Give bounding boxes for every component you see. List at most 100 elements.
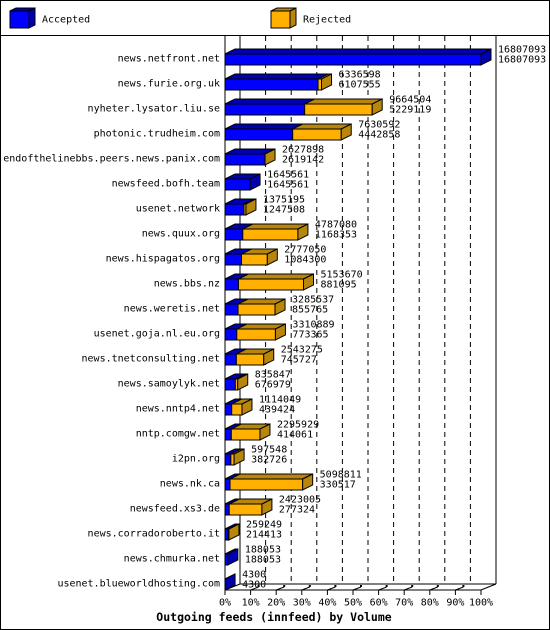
x-tick-label: 60% [370, 598, 388, 609]
x-tick-label: 0% [219, 598, 231, 609]
floor-tick-dot [308, 585, 311, 587]
bar-accepted-top [224, 48, 492, 55]
floor-tick-dot [283, 585, 286, 587]
bar-accepted [224, 278, 239, 291]
value-label-accepted: 277324 [279, 505, 315, 516]
bar-accepted [224, 503, 230, 516]
value-label-accepted: 382726 [251, 455, 287, 466]
bar-accepted-top [224, 98, 315, 105]
bar-rejected [236, 328, 276, 341]
floor-tick-dot [436, 585, 439, 587]
value-label-accepted: 330517 [320, 480, 356, 491]
category-label: news.tnetconsulting.net [82, 354, 220, 365]
bar-accepted [224, 203, 245, 216]
value-label-accepted: 214413 [246, 530, 282, 541]
bar-accepted [224, 228, 244, 241]
bar-rejected [304, 103, 373, 116]
x-tick-label: 40% [318, 598, 336, 609]
value-label-accepted: 6107555 [339, 80, 381, 91]
bar-rejected [242, 228, 299, 241]
bar-rejected-top [304, 98, 383, 105]
bar-rejected-top [238, 273, 314, 280]
bar-accepted [224, 178, 251, 191]
x-tick-label: 80% [421, 598, 439, 609]
x-tick-label: 70% [395, 598, 413, 609]
category-label: news.samoylyk.net [118, 379, 220, 390]
chart-title: Outgoing feeds (innfeed) by Volume [156, 610, 391, 624]
floor-tick-dot [334, 585, 337, 587]
bar-accepted [224, 378, 236, 391]
legend-swatch [9, 10, 30, 29]
bar-rejected-top [242, 223, 309, 230]
x-tick-label: 30% [293, 598, 311, 609]
bar-accepted [224, 128, 294, 141]
bar-accepted [224, 453, 232, 466]
bar-rejected [237, 278, 304, 291]
category-label: endofthelinebbs.peers.news.panix.com [3, 154, 220, 165]
bar-rejected [237, 303, 276, 316]
bar-accepted [224, 353, 237, 366]
category-label: news.furie.org.uk [118, 79, 220, 90]
bar-rejected [228, 503, 263, 516]
bar-accepted [224, 478, 231, 491]
floor-tick-dot [411, 585, 414, 587]
value-label-accepted: 414061 [277, 430, 313, 441]
bar-accepted [224, 153, 266, 166]
value-label-accepted: 881095 [320, 280, 356, 291]
bar-rejected [235, 353, 265, 366]
category-label: i2pn.org [172, 454, 220, 465]
value-label-accepted: 16807093 [498, 55, 546, 66]
category-label: usenet.network [136, 204, 220, 215]
category-label: photonic.trudheim.com [94, 129, 220, 140]
value-label-accepted: 1168353 [315, 230, 357, 241]
floor-tick-dot [385, 585, 388, 587]
bar-accepted [224, 78, 319, 91]
bar-accepted [224, 53, 482, 66]
bar-rejected [292, 128, 342, 141]
category-label: newsfeed.bofh.team [112, 179, 220, 190]
bar-accepted [224, 103, 306, 116]
value-label-accepted: 2619142 [282, 155, 324, 166]
bar-accepted [224, 328, 238, 341]
x-tick-label: 90% [446, 598, 464, 609]
value-label-accepted: 188053 [245, 555, 281, 566]
category-label: usenet.goja.nl.eu.org [94, 329, 220, 340]
bar-rejected-top [229, 473, 313, 480]
bar-rejected [241, 253, 268, 266]
category-label: newsfeed.xs3.de [130, 504, 220, 515]
value-label-accepted: 676979 [255, 380, 291, 391]
x-tick-label: 50% [344, 598, 362, 609]
value-label-accepted: 1247508 [263, 205, 305, 216]
legend-swatch [270, 10, 291, 29]
bar-rejected [231, 403, 243, 416]
category-label: news.weretis.net [124, 304, 220, 315]
legend-label: Rejected [303, 15, 351, 26]
value-label-accepted: 745727 [281, 355, 317, 366]
category-label: news.hispagatos.org [106, 254, 220, 265]
x-tick-label: 10% [242, 598, 260, 609]
category-label: news.nk.ca [160, 479, 220, 490]
category-label: news.nntp4.net [136, 404, 220, 415]
category-label: news.bbs.nz [154, 279, 220, 290]
value-label-accepted: 1645561 [267, 180, 309, 191]
category-label: nntp.comgw.net [136, 429, 220, 440]
value-label-accepted: 1084300 [284, 255, 326, 266]
floor-tick-dot [462, 585, 465, 587]
legend-swatch-side [28, 7, 36, 29]
value-label-accepted: 4442858 [358, 130, 400, 141]
category-label: news.quux.org [142, 229, 220, 240]
category-label: news.chmurka.net [124, 554, 220, 565]
legend-label: Accepted [42, 15, 90, 26]
bar-rejected [230, 428, 261, 441]
value-label-accepted: 439424 [259, 405, 295, 416]
value-label-accepted: 855765 [292, 305, 328, 316]
legend-swatch-side [289, 7, 297, 29]
category-label: usenet.blueworldhosting.com [57, 579, 220, 590]
value-label-accepted: 5229119 [389, 105, 431, 116]
x-tick-label: 100% [469, 598, 493, 609]
floor-tick-dot [257, 585, 260, 587]
bar-accepted [224, 403, 233, 416]
innfeed-volume-chart: Accepted Rejected news.netfront.net 168070… [0, 0, 550, 630]
value-label-accepted: 773365 [292, 330, 328, 341]
bar-accepted [224, 428, 232, 441]
